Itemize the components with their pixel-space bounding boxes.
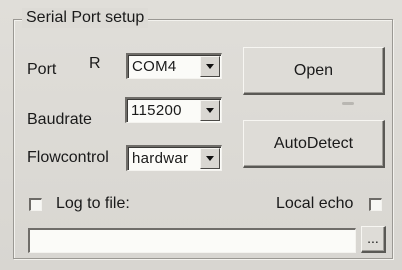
- flowcontrol-select-value: hardwar: [132, 150, 189, 167]
- port-select-value: COM4: [132, 58, 177, 75]
- group-title: Serial Port setup: [22, 8, 149, 28]
- local-echo-label: Local echo: [276, 195, 354, 212]
- baudrate-select-value: 115200: [131, 102, 182, 119]
- log-to-file-label: Log to file:: [56, 195, 130, 212]
- chevron-down-icon[interactable]: [200, 56, 220, 77]
- baudrate-label: Baudrate: [27, 111, 92, 128]
- port-select[interactable]: COM4: [126, 53, 222, 79]
- flowcontrol-label: Flowcontrol: [27, 149, 109, 166]
- log-to-file-checkbox[interactable]: [29, 198, 42, 211]
- autodetect-button[interactable]: AutoDetect: [243, 120, 385, 168]
- flowcontrol-select[interactable]: hardwar: [126, 145, 222, 171]
- log-file-path-input[interactable]: [28, 228, 356, 253]
- serial-port-setup-panel: Serial Port setup Port R COM4 Baudrate 1…: [0, 0, 402, 270]
- baudrate-select[interactable]: 115200: [125, 97, 222, 123]
- smudge-mark: [342, 102, 354, 105]
- open-button[interactable]: Open: [243, 47, 385, 95]
- chevron-down-icon[interactable]: [200, 148, 220, 169]
- port-label: Port: [27, 61, 57, 78]
- chevron-down-icon[interactable]: [200, 100, 220, 121]
- port-status-indicator: R: [89, 55, 101, 72]
- local-echo-checkbox[interactable]: [369, 198, 382, 211]
- browse-button[interactable]: ...: [361, 226, 386, 253]
